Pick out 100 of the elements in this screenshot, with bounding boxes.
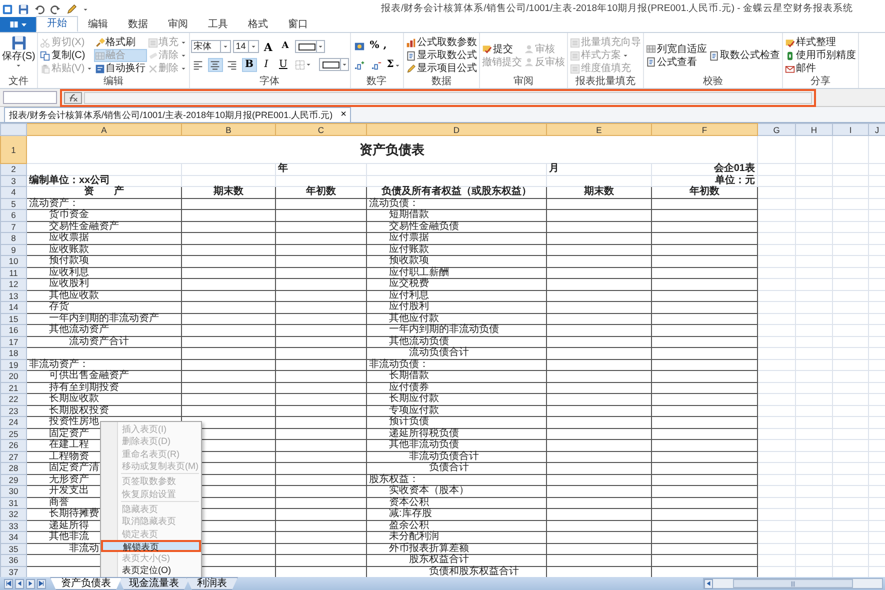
- menu-tab[interactable]: 格式: [238, 17, 278, 32]
- row-header[interactable]: 2: [0, 164, 26, 175]
- document-tab[interactable]: 报表/财务会计核算体系/销售公司/1001/主表-2018年10期月报(PRE001.人民币.元) ×: [4, 107, 352, 122]
- bold-button[interactable]: B: [242, 58, 257, 72]
- column-header[interactable]: J: [868, 124, 885, 136]
- ribbon-button[interactable]: 显示项目公式: [404, 62, 478, 75]
- column-header[interactable]: H: [796, 124, 832, 136]
- row-header[interactable]: 14: [0, 302, 26, 313]
- table-cell: 其他流动资产: [26, 324, 182, 336]
- menu-tab[interactable]: 编辑: [78, 17, 118, 32]
- close-button[interactable]: ×: [340, 110, 346, 120]
- ribbon-button[interactable]: 邮件: [784, 62, 857, 75]
- row-header[interactable]: 32: [0, 508, 26, 520]
- ribbon-button[interactable]: 取数公式检查: [708, 49, 781, 62]
- italic-button[interactable]: I: [258, 58, 274, 72]
- file-menu-button[interactable]: [0, 17, 36, 32]
- column-header[interactable]: I: [832, 124, 868, 136]
- row-header[interactable]: 34: [0, 532, 26, 543]
- row-header[interactable]: 12: [0, 278, 26, 290]
- row-header[interactable]: 10: [0, 256, 26, 267]
- row-header[interactable]: 17: [0, 336, 26, 348]
- ribbon-button[interactable]: 使用币别精度: [784, 49, 857, 62]
- column-header[interactable]: E: [546, 124, 652, 136]
- ribbon-button[interactable]: 公式查看: [644, 56, 708, 68]
- group-label: 文件: [8, 76, 30, 88]
- row-header[interactable]: 1: [0, 136, 26, 164]
- sheet-tab[interactable]: 资产负债表: [50, 577, 122, 590]
- row-header[interactable]: 36: [0, 554, 26, 566]
- row-header[interactable]: 27: [0, 451, 26, 462]
- column-header[interactable]: G: [758, 124, 796, 136]
- row-header[interactable]: 19: [0, 359, 26, 370]
- sheet-nav-button[interactable]: [15, 578, 24, 588]
- underline-button[interactable]: U: [276, 58, 291, 72]
- menu-tab[interactable]: 审阅: [158, 17, 198, 32]
- ribbon-button[interactable]: 列宽自适应: [644, 42, 708, 56]
- column-header[interactable]: C: [276, 124, 366, 136]
- row-header[interactable]: 22: [0, 394, 26, 405]
- menu-item[interactable]: 解锁表页: [101, 540, 201, 552]
- fill-color-select[interactable]: [318, 58, 349, 71]
- sheet-nav-button[interactable]: [26, 578, 35, 588]
- formula-field[interactable]: [84, 92, 812, 104]
- border-style-select[interactable]: [294, 40, 325, 53]
- menu-tab[interactable]: 数据: [118, 17, 158, 32]
- row-header[interactable]: 7: [0, 221, 26, 232]
- ribbon-button[interactable]: 公式取数参数: [404, 36, 478, 49]
- column-header[interactable]: B: [182, 124, 276, 136]
- horizontal-scrollbar[interactable]: [703, 578, 883, 589]
- font-name-select[interactable]: 宋体: [190, 40, 231, 53]
- row-header[interactable]: 20: [0, 370, 26, 382]
- sheet-nav-button[interactable]: [4, 578, 13, 588]
- row-header[interactable]: 25: [0, 428, 26, 440]
- font-size-select[interactable]: 14: [232, 40, 259, 53]
- ribbon-button[interactable]: 自动换行: [94, 62, 147, 75]
- column-header[interactable]: D: [366, 124, 546, 136]
- sheet-nav-button[interactable]: [37, 578, 46, 588]
- row-header[interactable]: 13: [0, 290, 26, 302]
- column-header[interactable]: F: [652, 124, 758, 136]
- row-header[interactable]: 24: [0, 416, 26, 428]
- ribbon-button[interactable]: 显示取数公式: [404, 49, 478, 62]
- number-format-button[interactable]: Σ: [386, 58, 402, 72]
- ribbon-button[interactable]: 提交: [480, 42, 523, 56]
- row-header[interactable]: 15: [0, 313, 26, 324]
- row-header[interactable]: 28: [0, 462, 26, 474]
- row-header[interactable]: 33: [0, 520, 26, 532]
- row-header[interactable]: 29: [0, 474, 26, 486]
- align-center-button[interactable]: [208, 58, 223, 72]
- row-header[interactable]: 6: [0, 210, 26, 221]
- row-header[interactable]: 23: [0, 405, 26, 416]
- sheet-tab[interactable]: 现金流量表: [118, 577, 190, 590]
- row-header[interactable]: 9: [0, 244, 26, 256]
- column-header[interactable]: A: [26, 124, 182, 136]
- row-header[interactable]: 31: [0, 497, 26, 508]
- scroll-thumb[interactable]: [733, 579, 853, 588]
- sheet-tab[interactable]: 利润表: [186, 577, 238, 590]
- ribbon-button[interactable]: 复制(C): [39, 49, 94, 62]
- row-header[interactable]: 35: [0, 543, 26, 554]
- row-header[interactable]: 30: [0, 486, 26, 497]
- row-header[interactable]: 11: [0, 267, 26, 278]
- scroll-left-button[interactable]: [704, 578, 713, 588]
- row-header[interactable]: 3: [0, 175, 26, 186]
- save-button[interactable]: 保存(S): [1, 35, 36, 76]
- grow-font-button[interactable]: A: [260, 40, 276, 54]
- row-header[interactable]: 18: [0, 348, 26, 359]
- row-header[interactable]: 8: [0, 232, 26, 244]
- ribbon-button[interactable]: 样式整理: [784, 36, 857, 49]
- menu-tab[interactable]: 工具: [198, 17, 238, 32]
- row-header[interactable]: 26: [0, 440, 26, 451]
- group-label: 编辑: [102, 76, 125, 88]
- menu-item[interactable]: 表页定位(O): [101, 564, 201, 577]
- menu-tab[interactable]: 开始: [36, 16, 78, 32]
- row-header[interactable]: 5: [0, 198, 26, 210]
- row-header[interactable]: 16: [0, 324, 26, 336]
- number-format-button[interactable]: %: [368, 39, 380, 53]
- row-header[interactable]: 21: [0, 382, 26, 394]
- formula-button[interactable]: [64, 92, 82, 104]
- menu-tab[interactable]: 窗口: [278, 17, 318, 32]
- shrink-font-button[interactable]: A: [278, 40, 293, 54]
- ribbon-button[interactable]: 格式刷: [94, 36, 147, 49]
- number-format-button[interactable]: ,: [382, 39, 388, 53]
- row-header[interactable]: 4: [0, 186, 26, 198]
